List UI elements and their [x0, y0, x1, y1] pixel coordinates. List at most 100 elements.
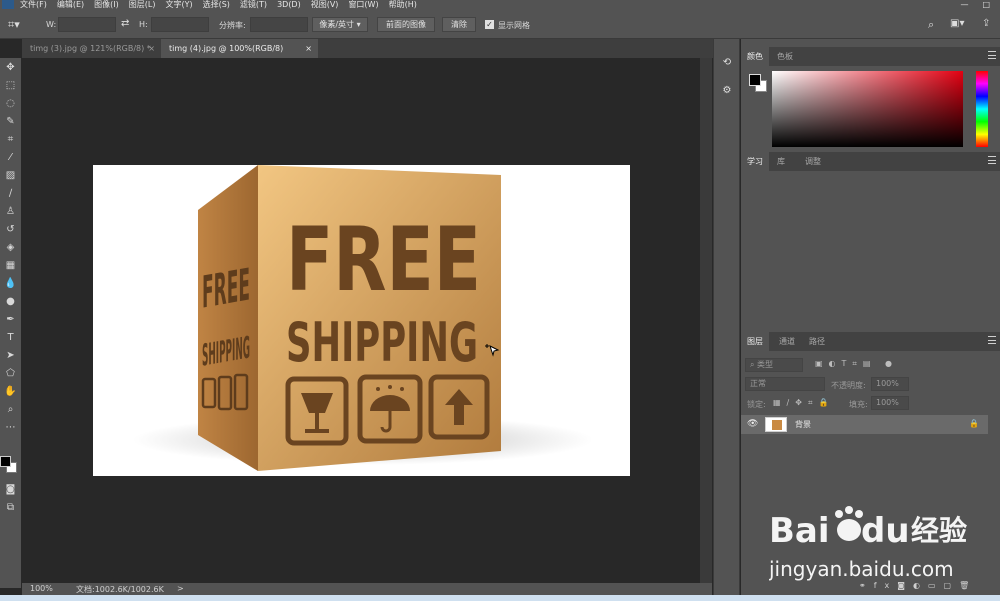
watermark-url: jingyan.baidu.com: [769, 557, 954, 581]
quick-select-tool-icon[interactable]: ✎: [3, 114, 18, 129]
baidu-paw-icon: [835, 506, 863, 541]
layer-filter-icons[interactable]: ▣◐T⌗▤ ●: [815, 359, 898, 369]
type-tool-icon[interactable]: T: [3, 330, 18, 345]
menu-window[interactable]: 窗口(W): [348, 0, 378, 9]
healing-brush-tool-icon[interactable]: ▨: [3, 168, 18, 183]
tab-layers[interactable]: 图层: [741, 332, 769, 351]
eyedropper-tool-icon[interactable]: ⁄: [3, 150, 18, 165]
menu-filter[interactable]: 滤镜(T): [240, 0, 267, 9]
dodge-tool-icon[interactable]: ●: [3, 294, 18, 309]
pen-tool-icon[interactable]: ✒: [3, 312, 18, 327]
mouse-cursor-icon: [484, 342, 500, 358]
watermark-brand-cn: 经验: [911, 514, 967, 547]
opacity-label: 不透明度:: [831, 381, 866, 390]
zoom-level[interactable]: 100%: [30, 584, 53, 593]
resolution-label: 分辨率:: [219, 21, 246, 30]
tools-panel: ✥ ⬚ ◌ ✎ ⌗ ⁄ ▨ ∕ ♙ ↺ ◈ ▦ 💧 ● ✒ T ➤ ⬠ ✋ ⌕ …: [0, 58, 21, 588]
layer-lock-icon: 🔒: [969, 419, 979, 428]
menu-help[interactable]: 帮助(H): [389, 0, 417, 9]
share-icon[interactable]: ⇪: [982, 18, 990, 29]
lasso-tool-icon[interactable]: ◌: [3, 96, 18, 111]
collapsed-panel-dock: ⟲ ⚙: [713, 39, 740, 595]
crop-tool-preset-icon[interactable]: ⌗▾: [8, 17, 30, 32]
menu-file[interactable]: 文件(F): [20, 0, 47, 9]
tab-libraries[interactable]: 库: [771, 152, 791, 171]
show-grid-label: 显示网格: [498, 21, 530, 30]
crop-tool-icon[interactable]: ⌗: [3, 132, 18, 147]
layer-thumbnail: [765, 417, 787, 432]
screen-mode-icon[interactable]: ⧉: [3, 500, 18, 515]
brush-tool-icon[interactable]: ∕: [3, 186, 18, 201]
layer-kind-filter-value: 类型: [757, 360, 774, 369]
tab-paths[interactable]: 路径: [803, 332, 831, 351]
close-icon[interactable]: ×: [148, 39, 155, 58]
visibility-eye-icon[interactable]: 👁: [747, 419, 758, 429]
vertical-scrollbar[interactable]: [700, 58, 712, 583]
height-field[interactable]: [151, 17, 209, 32]
clear-button[interactable]: 清除: [442, 17, 476, 32]
front-image-button[interactable]: 前面的图像: [377, 17, 435, 32]
maximize-icon[interactable]: □: [982, 0, 990, 9]
height-label: H:: [139, 20, 148, 29]
panel-menu-icon[interactable]: [988, 51, 996, 59]
menu-3d[interactable]: 3D(D): [277, 0, 301, 9]
hand-tool-icon[interactable]: ✋: [3, 384, 18, 399]
tab-timg-3[interactable]: timg (3).jpg @ 121%(RGB/8) * ×: [22, 39, 161, 58]
blur-tool-icon[interactable]: 💧: [3, 276, 18, 291]
doc-size-info: 文档:1002.6K/1002.6K: [76, 585, 164, 594]
history-panel-icon[interactable]: ⟲: [720, 56, 734, 70]
panel-menu-icon[interactable]: [988, 156, 996, 164]
hue-slider[interactable]: [976, 71, 988, 147]
resolution-field[interactable]: [250, 17, 308, 32]
minimize-icon[interactable]: —: [960, 0, 968, 9]
layer-kind-filter[interactable]: ⌕ 类型: [745, 358, 803, 372]
tab-timg-4[interactable]: timg (4).jpg @ 100%(RGB/8) ×: [161, 39, 318, 58]
menu-type[interactable]: 文字(Y): [165, 0, 192, 9]
zoom-tool-icon[interactable]: ⌕: [3, 402, 18, 417]
lock-icons[interactable]: ▦∕✥⌗🔒: [773, 398, 834, 408]
tab-channels[interactable]: 通道: [773, 332, 801, 351]
panel-menu-icon[interactable]: [988, 336, 996, 344]
color-panel-foreground-swatch[interactable]: [749, 74, 761, 86]
eraser-tool-icon[interactable]: ◈: [3, 240, 18, 255]
properties-panel-icon[interactable]: ⚙: [720, 84, 734, 98]
show-grid-checkbox[interactable]: ✓: [485, 20, 494, 29]
menu-view[interactable]: 视图(V): [311, 0, 339, 9]
fill-field[interactable]: 100%: [871, 396, 909, 410]
lock-label: 锁定:: [747, 400, 766, 409]
blend-mode-select[interactable]: 正常: [745, 377, 825, 391]
tab-swatches[interactable]: 色板: [771, 47, 799, 66]
menu-image[interactable]: 图像(I): [94, 0, 119, 9]
status-menu-arrow[interactable]: >: [177, 584, 184, 593]
search-icon[interactable]: ⌕: [928, 18, 934, 32]
foreground-color-swatch[interactable]: [0, 456, 11, 467]
width-field[interactable]: [58, 17, 116, 32]
gradient-tool-icon[interactable]: ▦: [3, 258, 18, 273]
menu-layer[interactable]: 图层(L): [129, 0, 156, 9]
quick-mask-icon[interactable]: ◙: [3, 482, 18, 497]
clone-stamp-tool-icon[interactable]: ♙: [3, 204, 18, 219]
opacity-field[interactable]: 100%: [871, 377, 909, 391]
move-tool-icon[interactable]: ✥: [3, 60, 18, 75]
tab-learn[interactable]: 学习: [741, 152, 769, 171]
tab-adjustments[interactable]: 调整: [799, 152, 827, 171]
document-tabs: timg (3).jpg @ 121%(RGB/8) * × timg (4).…: [22, 39, 714, 58]
baidu-jingyan-watermark: Bai du 经验 jingyan.baidu.com: [769, 506, 967, 581]
workspace-switcher-icon[interactable]: ▣▾: [950, 18, 964, 29]
unit-select[interactable]: 像素/英寸 ▾: [312, 17, 368, 32]
tab-color[interactable]: 颜色: [741, 47, 769, 66]
layer-row-background[interactable]: 👁 背景 🔒: [741, 415, 988, 434]
close-icon[interactable]: ×: [305, 39, 312, 58]
history-brush-tool-icon[interactable]: ↺: [3, 222, 18, 237]
document-canvas[interactable]: FREE SHIPPING FREE SHIPPING: [93, 165, 630, 476]
shape-tool-icon[interactable]: ⬠: [3, 366, 18, 381]
color-picker-field[interactable]: [772, 71, 963, 147]
photoshop-logo-icon[interactable]: [2, 0, 14, 9]
path-select-tool-icon[interactable]: ➤: [3, 348, 18, 363]
window-controls: — □: [960, 0, 1000, 9]
menu-select[interactable]: 选择(S): [203, 0, 230, 9]
swap-dimensions-icon[interactable]: ⇄: [121, 18, 129, 29]
menu-edit[interactable]: 编辑(E): [57, 0, 84, 9]
more-tools-icon[interactable]: ⋯: [3, 420, 18, 435]
marquee-tool-icon[interactable]: ⬚: [3, 78, 18, 93]
